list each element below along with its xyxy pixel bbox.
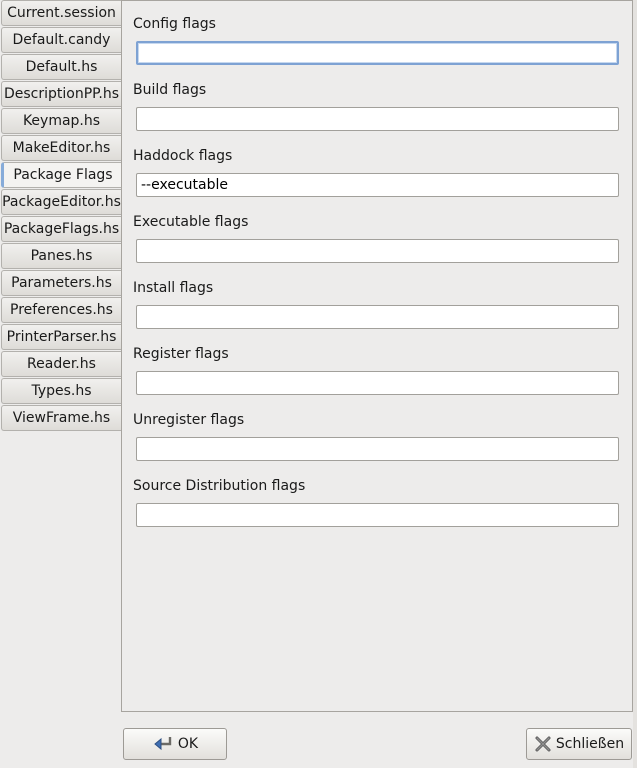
tab-label: Parameters.hs <box>11 275 112 291</box>
ok-button[interactable]: OK <box>123 728 227 760</box>
tab-label: Default.candy <box>12 32 111 48</box>
close-x-icon <box>534 735 552 753</box>
build-flags-label: Build flags <box>133 82 207 98</box>
tab-label: Reader.hs <box>27 356 96 372</box>
tab-types-hs[interactable]: Types.hs <box>1 378 121 404</box>
build-flags-input[interactable] <box>136 107 619 131</box>
tab-label: Types.hs <box>31 383 92 399</box>
tab-preferences-hs[interactable]: Preferences.hs <box>1 297 121 323</box>
tab-packageflags-hs[interactable]: PackageFlags.hs <box>1 216 121 242</box>
tab-viewframe-hs[interactable]: ViewFrame.hs <box>1 405 121 431</box>
tab-current-session[interactable]: Current.session <box>1 0 121 26</box>
window-right-edge <box>633 0 637 768</box>
ok-button-label: OK <box>177 736 199 752</box>
haddock-flags-input[interactable] <box>136 173 619 197</box>
tab-label: Current.session <box>7 5 116 21</box>
unregister-flags-input[interactable] <box>136 437 619 461</box>
tab-reader-hs[interactable]: Reader.hs <box>1 351 121 377</box>
install-flags-group: Install flags <box>133 279 619 329</box>
tab-label: Keymap.hs <box>22 113 101 129</box>
return-arrow-icon <box>152 735 174 753</box>
install-flags-input[interactable] <box>136 305 619 329</box>
tab-label: PackageEditor.hs <box>2 194 121 210</box>
tab-default-candy[interactable]: Default.candy <box>1 27 121 53</box>
flags-panel: Config flags Build flags Haddock flags E… <box>121 0 633 712</box>
tab-package-flags[interactable]: Package Flags <box>1 162 122 188</box>
unregister-flags-label: Unregister flags <box>133 412 245 428</box>
tab-parameters-hs[interactable]: Parameters.hs <box>1 270 121 296</box>
executable-flags-group: Executable flags <box>133 213 619 263</box>
config-flags-group: Config flags <box>133 15 619 65</box>
tab-printerparser-hs[interactable]: PrinterParser.hs <box>1 324 121 350</box>
tab-descriptionpp-hs[interactable]: DescriptionPP.hs <box>1 81 121 107</box>
close-button-label: Schließen <box>555 736 625 752</box>
tab-label: Panes.hs <box>30 248 93 264</box>
config-flags-label: Config flags <box>133 16 216 32</box>
unregister-flags-group: Unregister flags <box>133 411 619 461</box>
tab-label: MakeEditor.hs <box>12 140 111 156</box>
executable-flags-input[interactable] <box>136 239 619 263</box>
register-flags-group: Register flags <box>133 345 619 395</box>
tab-default-hs[interactable]: Default.hs <box>1 54 121 80</box>
tab-label: Preferences.hs <box>10 302 113 318</box>
register-flags-input[interactable] <box>136 371 619 395</box>
tab-label: PackageFlags.hs <box>3 221 120 237</box>
tab-makeeditor-hs[interactable]: MakeEditor.hs <box>1 135 121 161</box>
config-flags-input[interactable] <box>136 41 619 65</box>
tab-label: Package Flags <box>13 167 113 183</box>
tab-keymap-hs[interactable]: Keymap.hs <box>1 108 121 134</box>
register-flags-label: Register flags <box>133 346 229 362</box>
tab-label: Default.hs <box>25 59 98 75</box>
haddock-flags-label: Haddock flags <box>133 148 233 164</box>
file-tabs: Current.session Default.candy Default.hs… <box>1 0 122 432</box>
close-button[interactable]: Schließen <box>526 728 632 760</box>
tab-label: PrinterParser.hs <box>6 329 117 345</box>
package-flags-window: Current.session Default.candy Default.hs… <box>0 0 637 768</box>
sdist-flags-input[interactable] <box>136 503 619 527</box>
tab-packageeditor-hs[interactable]: PackageEditor.hs <box>1 189 121 215</box>
dialog-button-bar: OK Schließen <box>121 712 633 768</box>
tab-panes-hs[interactable]: Panes.hs <box>1 243 121 269</box>
sdist-flags-group: Source Distribution flags <box>133 477 619 527</box>
tab-label: DescriptionPP.hs <box>3 86 120 102</box>
sdist-flags-label: Source Distribution flags <box>133 478 306 494</box>
tab-label: ViewFrame.hs <box>12 410 111 426</box>
haddock-flags-group: Haddock flags <box>133 147 619 197</box>
install-flags-label: Install flags <box>133 280 214 296</box>
executable-flags-label: Executable flags <box>133 214 249 230</box>
build-flags-group: Build flags <box>133 81 619 131</box>
